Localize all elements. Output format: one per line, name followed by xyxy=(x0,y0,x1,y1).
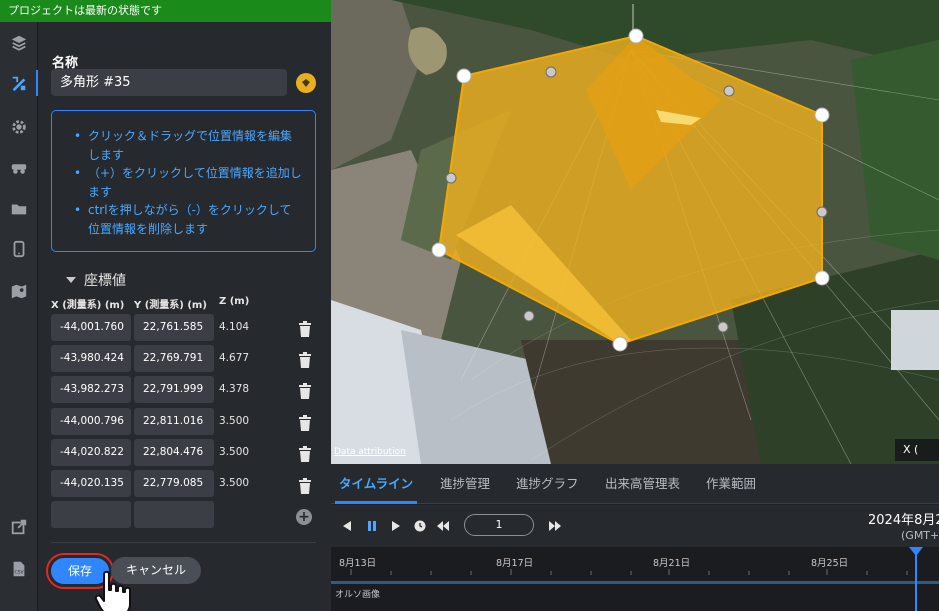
app-root: プロジェクトは最新の状態です CSV 名称 多角形 #35 • クリック＆ドラッ… xyxy=(0,0,939,611)
trash-icon[interactable] xyxy=(298,383,312,399)
timeline-playhead[interactable] xyxy=(909,547,923,611)
new-y-coord-input[interactable] xyxy=(134,501,214,528)
svg-text:CSV: CSV xyxy=(15,570,25,576)
timeline-row-label: オルソ画像 xyxy=(335,590,381,600)
name-input[interactable]: 多角形 #35 xyxy=(51,69,287,96)
x-coord-input[interactable]: -43,980.424 xyxy=(51,345,131,372)
tab-progress-management[interactable]: 進捗管理 xyxy=(440,464,490,504)
timeline-tick: 8月13日 xyxy=(339,558,377,569)
x-coord-input[interactable]: -44,000.796 xyxy=(51,408,131,435)
instruction-item: （+）をクリックして位置情報を追加します xyxy=(66,164,303,201)
map-view[interactable] xyxy=(331,0,939,464)
pause-icon[interactable] xyxy=(367,521,377,531)
column-header-x: X (測量系) (m) xyxy=(51,300,125,311)
divider xyxy=(51,542,316,543)
y-coord-input[interactable]: 22,811.016 xyxy=(134,408,214,435)
tab-work-area[interactable]: 作業範囲 xyxy=(706,464,756,504)
y-coord-input[interactable]: 22,804.476 xyxy=(134,439,214,466)
timeline-controls: 1 2024年8月27 (GMT+9 xyxy=(331,505,939,547)
trash-icon[interactable] xyxy=(298,415,312,431)
data-attribution-link[interactable]: Data attribution xyxy=(334,447,406,457)
column-header-z: Z (m) xyxy=(219,296,250,307)
timezone-label: (GMT+9 xyxy=(901,529,939,542)
folder-icon[interactable] xyxy=(0,190,38,228)
chevron-down-icon xyxy=(66,277,76,283)
tab-output-table[interactable]: 出来高管理表 xyxy=(605,464,680,504)
map-coordinate-control[interactable]: X ( xyxy=(895,439,939,461)
bottom-tab-bar: タイムライン 進捗管理 進捗グラフ 出来高管理表 作業範囲 xyxy=(331,464,939,504)
z-value: 3.500 xyxy=(219,477,250,489)
polygon-edit-panel: 名称 多角形 #35 クリック＆ドラッグで位置情報を編集します （+）をクリック… xyxy=(38,22,331,611)
layers-icon[interactable] xyxy=(0,24,38,62)
timeline-tick: 8月25日 xyxy=(811,558,849,569)
timeline-tick: 8月17日 xyxy=(496,558,534,569)
add-coordinate-icon[interactable]: + xyxy=(296,509,312,525)
play-icon[interactable] xyxy=(391,521,401,531)
color-picker-icon[interactable] xyxy=(296,73,316,93)
tab-progress-graph[interactable]: 進捗グラフ xyxy=(516,464,579,504)
draw-tools-icon[interactable] xyxy=(0,64,39,102)
map-pin-icon[interactable] xyxy=(0,272,38,310)
trash-icon[interactable] xyxy=(298,446,312,462)
trash-icon[interactable] xyxy=(298,352,312,368)
map-canvas xyxy=(331,0,939,464)
coordinates-toggle[interactable]: 座標値 xyxy=(66,270,126,290)
rewind-icon[interactable] xyxy=(437,521,449,531)
x-coord-input[interactable]: -43,982.273 xyxy=(51,376,131,403)
mobile-icon[interactable] xyxy=(0,230,38,268)
export-icon[interactable] xyxy=(0,508,38,546)
settings-icon[interactable] xyxy=(0,108,38,146)
z-value: 4.677 xyxy=(219,352,250,364)
coordinates-title: 座標値 xyxy=(84,273,126,289)
hand-pointer-icon xyxy=(94,570,131,611)
x-coord-input[interactable]: -44,001.760 xyxy=(51,314,131,341)
y-coord-input[interactable]: 22,791.999 xyxy=(134,376,214,403)
vehicle-icon[interactable] xyxy=(0,148,38,186)
y-coord-input[interactable]: 22,769.791 xyxy=(134,345,214,372)
trash-icon[interactable] xyxy=(298,321,312,337)
instructions-box: クリック＆ドラッグで位置情報を編集します （+）をクリックして位置情報を追加しま… xyxy=(51,110,316,252)
x-coord-input[interactable]: -44,020.135 xyxy=(51,470,131,497)
fast-forward-icon[interactable] xyxy=(549,521,561,531)
tab-timeline[interactable]: タイムライン xyxy=(334,464,418,504)
play-reverse-icon[interactable] xyxy=(342,521,352,531)
z-value: 4.378 xyxy=(219,383,250,395)
current-date: 2024年8月27 xyxy=(868,513,939,528)
step-input[interactable]: 1 xyxy=(464,514,534,536)
instruction-item: ctrlを押しながら（-）をクリックして位置情報を削除します xyxy=(66,201,303,238)
z-value: 3.500 xyxy=(219,415,250,427)
clock-icon[interactable] xyxy=(414,520,426,532)
z-value: 3.500 xyxy=(219,446,250,458)
trash-icon[interactable] xyxy=(298,478,312,494)
csv-icon[interactable]: CSV xyxy=(0,550,38,588)
column-header-y: Y (測量系) (m) xyxy=(134,300,207,311)
y-coord-input[interactable]: 22,761.585 xyxy=(134,314,214,341)
timeline-tick: 8月21日 xyxy=(653,558,691,569)
timeline-track[interactable]: 8月13日 8月17日 8月21日 8月25日 オルソ画像 xyxy=(331,547,939,611)
z-value: 4.104 xyxy=(219,321,250,333)
new-x-coord-input[interactable] xyxy=(51,501,131,528)
timeline-ruler xyxy=(350,569,908,575)
timeline-bar xyxy=(331,581,939,584)
icon-sidebar: CSV xyxy=(0,22,39,611)
x-coord-input[interactable]: -44,020.822 xyxy=(51,439,131,466)
status-banner: プロジェクトは最新の状態です xyxy=(0,0,331,22)
y-coord-input[interactable]: 22,779.085 xyxy=(134,470,214,497)
instruction-item: クリック＆ドラッグで位置情報を編集します xyxy=(66,127,303,164)
